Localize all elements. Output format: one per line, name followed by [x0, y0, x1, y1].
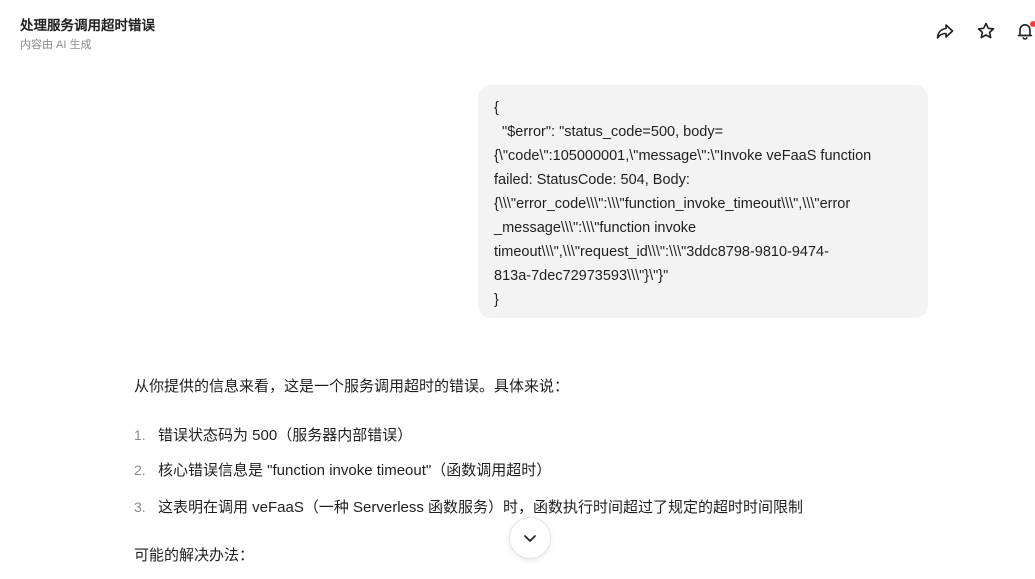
list-item: 1. 错误状态码为 500（服务器内部错误） [134, 424, 412, 445]
chevron-down-icon [524, 535, 536, 542]
notification-dot [1030, 21, 1035, 27]
user-message-bubble: { "$error": "status_code=500, body= {\"c… [478, 85, 928, 318]
list-item-text: 错误状态码为 500（服务器内部错误） [158, 427, 413, 444]
message-line: } [494, 292, 499, 308]
list-item: 3. 这表明在调用 veFaaS（一种 Serverless 函数服务）时，函数执… [134, 496, 803, 517]
message-line: 813a-7dec72973593\\\"}\"}" [494, 268, 669, 284]
share-button[interactable] [934, 20, 956, 42]
list-item-text: 这表明在调用 veFaaS（一种 Serverless 函数服务）时，函数执行时… [158, 499, 804, 516]
scroll-to-bottom-button[interactable] [509, 517, 551, 559]
ai-generated-note: 内容由 AI 生成 [20, 39, 92, 51]
favorite-button[interactable] [975, 20, 997, 42]
list-number: 1. [134, 427, 146, 443]
conversation-header: 处理服务调用超时错误 内容由 AI 生成 [0, 0, 1035, 60]
star-icon [977, 22, 995, 39]
message-line: {\"code\":105000001,\"message\":\"Invoke… [494, 148, 872, 164]
answer-intro: 从你提供的信息来看，这是一个服务调用超时的错误。具体来说： [134, 378, 570, 395]
notifications-button[interactable] [1014, 20, 1035, 42]
list-item: 2. 核心错误信息是 "function invoke timeout"（函数调用… [134, 459, 551, 480]
message-line: {\\\"error_code\\\":\\\"function_invoke_… [494, 196, 851, 212]
solutions-heading: 可能的解决办法： [134, 547, 255, 564]
message-line: { [494, 100, 499, 116]
message-line: "$error": "status_code=500, body= [494, 124, 724, 140]
list-item-text: 核心错误信息是 "function invoke timeout"（函数调用超时… [158, 462, 552, 479]
conversation-title: 处理服务调用超时错误 [20, 18, 155, 33]
message-line: _message\\\":\\\"function invoke [494, 220, 697, 236]
list-number: 2. [134, 462, 146, 478]
list-number: 3. [134, 499, 146, 515]
share-icon [936, 24, 954, 39]
message-line: timeout\\\",\\\"request_id\\\":\\\"3ddc8… [494, 244, 829, 260]
message-line: failed: StatusCode: 504, Body: [494, 172, 690, 188]
